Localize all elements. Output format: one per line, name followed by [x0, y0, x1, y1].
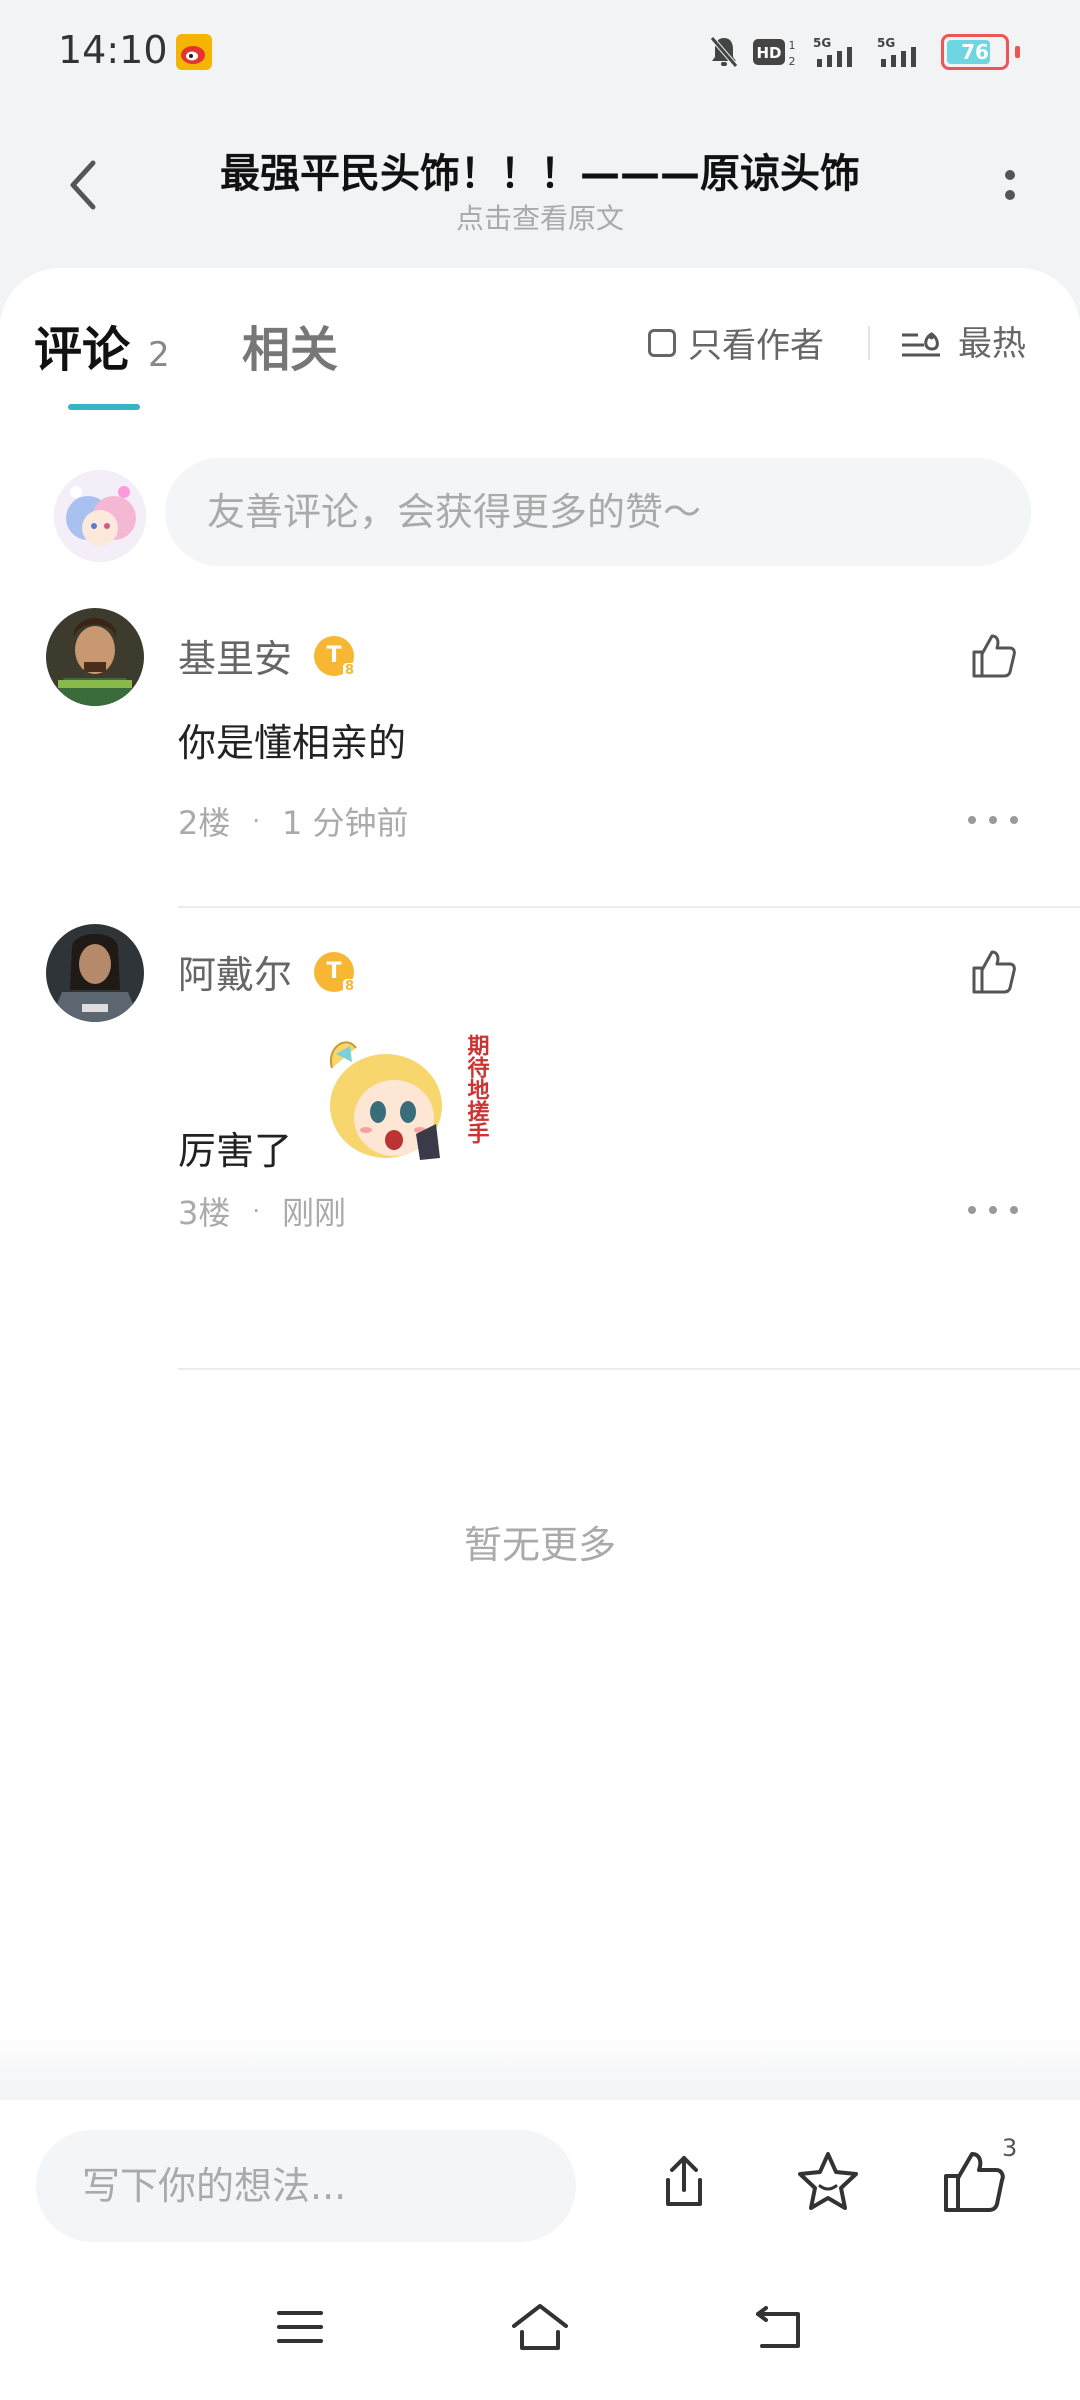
weibo-icon [176, 34, 212, 70]
comment-more-button[interactable] [968, 1190, 1018, 1230]
article-header: 最强平民头饰！！！———原谅头饰 点击查看原文 [0, 105, 1080, 265]
article-title[interactable]: 最强平民头饰！！！———原谅头饰 [140, 141, 940, 199]
dot-icon [989, 816, 997, 824]
svg-text:5G: 5G [877, 36, 895, 50]
sort-hot-label: 最热 [958, 324, 1026, 364]
svg-text:5G: 5G [813, 36, 831, 50]
no-more-label: 暂无更多 [463, 1523, 616, 1567]
status-bar: 14:10 HD 1 2 5G 5G 76 [0, 0, 1080, 105]
comment-text: 你是懂相亲的 [178, 721, 407, 765]
comments-panel: 评论 2 相关 只看作者 最热 友善评论，会获得更多的赞～ 基里安 T 8 你是… [0, 268, 1080, 2100]
user-avatar[interactable] [46, 924, 144, 1022]
comment-input[interactable] [165, 458, 1031, 566]
game-character-avatar [46, 608, 144, 706]
svg-text:HD: HD [756, 44, 781, 62]
comment-floor: 2楼 [178, 804, 231, 842]
comment-item: 基里安 T8 你是懂相亲的 2楼 · 1 分钟前 [0, 608, 1080, 864]
status-time: 14:10 [58, 28, 168, 72]
level-badge: T8 [314, 635, 357, 678]
comment-more-button[interactable] [968, 800, 1018, 840]
bottom-fade [0, 2030, 1080, 2100]
back-nav-button[interactable] [745, 2292, 815, 2362]
comment-username[interactable]: 基里安 T8 [178, 628, 357, 683]
more-dot-icon [1005, 190, 1015, 200]
status-icons: HD 1 2 5G 5G 76 [709, 30, 1020, 74]
favorite-button[interactable] [788, 2142, 868, 2222]
mute-bell-icon [710, 36, 738, 68]
comment-divider [178, 1368, 1080, 1370]
active-tab-indicator [68, 404, 140, 410]
back-arrow-icon [70, 160, 96, 210]
comment-text: 厉害了 [178, 1129, 293, 1173]
divider [868, 326, 870, 360]
comment-item: 阿戴尔 T8 期待地搓手 厉害了 3楼 · 刚刚 [0, 924, 1080, 1232]
like-count: 3 [1002, 2134, 1018, 2162]
thumbs-up-icon [944, 2152, 1005, 2212]
home-icon [512, 2304, 568, 2350]
level-badge: T8 [314, 951, 357, 994]
checkbox-icon [648, 328, 676, 357]
back-button[interactable] [48, 145, 118, 225]
article-like-button[interactable] [932, 2142, 1012, 2222]
svg-text:1: 1 [789, 39, 796, 52]
tab-comments[interactable]: 评论 2 [34, 310, 170, 380]
sticker-image[interactable]: 期待地搓手 [316, 1028, 506, 1178]
tab-comments-label: 评论 [34, 322, 131, 378]
game-character-avatar [46, 924, 144, 1022]
dot-icon [989, 1206, 997, 1214]
sticker-caption: 期待地搓手 [464, 1034, 490, 1145]
comment-time: 1 分钟前 [282, 804, 409, 842]
like-button[interactable] [962, 942, 1022, 1002]
author-only-label: 只看作者 [688, 326, 824, 366]
signal-5g-icon-2: 5G [877, 36, 916, 67]
comment-time: 刚刚 [282, 1194, 347, 1232]
dot-icon [1010, 1206, 1018, 1214]
comment-meta: 2楼 · 1 分钟前 [178, 798, 409, 844]
dot-icon [968, 1206, 976, 1214]
anime-sticker-icon: 期待地搓手 [329, 1034, 490, 1160]
battery-icon: 76 [941, 34, 1009, 70]
svg-text:2: 2 [789, 55, 796, 68]
comment-meta: 3楼 · 刚刚 [178, 1188, 346, 1234]
user-avatar[interactable] [46, 608, 144, 706]
tab-bar: 评论 2 相关 只看作者 最热 [0, 268, 1080, 418]
bottom-action-bar: 3 [0, 2100, 1080, 2250]
dot-icon [1010, 816, 1018, 824]
share-button[interactable] [644, 2142, 724, 2222]
anime-avatar-image [54, 470, 146, 562]
tab-comments-count: 2 [148, 335, 170, 375]
hd-icon: HD 1 2 [753, 39, 796, 68]
comment-floor: 3楼 [178, 1194, 231, 1232]
system-nav-bar [0, 2250, 1080, 2400]
comment-compose [0, 458, 1080, 578]
my-avatar[interactable] [54, 470, 146, 562]
comment-divider [178, 906, 1080, 908]
author-only-toggle[interactable]: 只看作者 [648, 318, 824, 367]
more-dot-icon [1005, 170, 1015, 180]
sort-hot-icon [902, 331, 940, 356]
thumbs-up-icon [972, 634, 1016, 678]
menu-nav-button[interactable] [265, 2292, 335, 2362]
menu-icon [277, 2311, 323, 2343]
view-original-link[interactable]: 点击查看原文 [140, 197, 940, 237]
star-icon [798, 2152, 858, 2210]
back-icon [756, 2306, 800, 2348]
battery-tip [1015, 46, 1020, 58]
home-nav-button[interactable] [505, 2292, 575, 2362]
dot-icon [968, 816, 976, 824]
comment-username[interactable]: 阿戴尔 T8 [178, 944, 357, 999]
like-button[interactable] [962, 626, 1022, 686]
more-options-button[interactable] [980, 155, 1040, 215]
thumbs-up-icon [972, 950, 1016, 994]
sort-hot-button[interactable]: 最热 [900, 316, 1026, 365]
battery-level: 76 [961, 40, 989, 64]
tab-related[interactable]: 相关 [242, 310, 338, 380]
thought-input[interactable] [36, 2130, 576, 2242]
signal-5g-icon: 5G [813, 36, 852, 67]
share-icon [666, 2156, 702, 2206]
